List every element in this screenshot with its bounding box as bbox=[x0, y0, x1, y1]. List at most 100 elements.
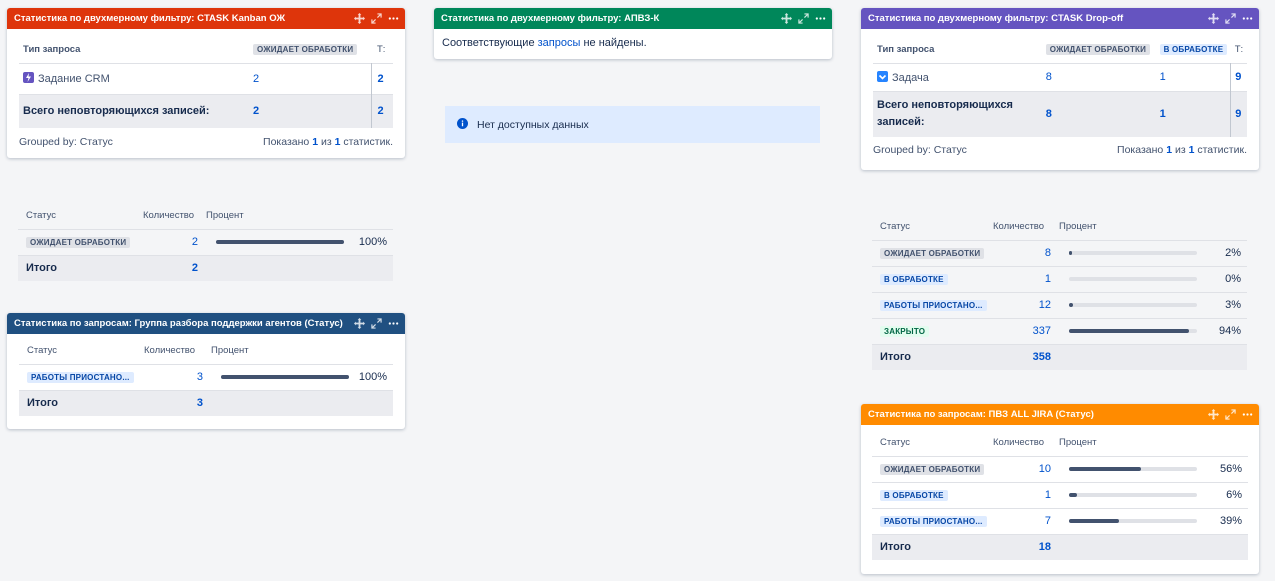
gadget-agent-support: Статистика по запросам: Группа разбора п… bbox=[7, 313, 405, 429]
more-icon[interactable] bbox=[388, 318, 399, 329]
count-link[interactable]: 7 bbox=[1045, 515, 1051, 527]
percent-bar bbox=[1069, 493, 1197, 497]
table-row: ОЖИДАЕТ ОБРАБОТКИ 10 56% bbox=[872, 456, 1248, 482]
grouped-by: Grouped by: Статус bbox=[873, 144, 967, 156]
count-link[interactable]: 1 bbox=[1045, 489, 1051, 501]
count-link[interactable]: 8 bbox=[1045, 247, 1051, 259]
row-total-link[interactable]: 9 bbox=[1235, 71, 1241, 83]
total-row: Итого 358 bbox=[872, 344, 1247, 370]
percent-bar bbox=[216, 240, 344, 244]
total-link[interactable]: 18 bbox=[1039, 541, 1051, 553]
info-message: Нет доступных данных bbox=[445, 106, 820, 143]
expand-icon[interactable] bbox=[1225, 409, 1236, 420]
col-status: Статус bbox=[27, 345, 58, 357]
shown-count: Показано 1 из 1 статистик. bbox=[1117, 144, 1247, 156]
count-link[interactable]: 2 bbox=[192, 236, 198, 248]
table-row: ОЖИДАЕТ ОБРАБОТКИ 2 100% bbox=[18, 229, 393, 255]
gadget-title: Статистика по двухмерному фильтру: CTASK… bbox=[868, 13, 1124, 24]
cell-link[interactable]: 2 bbox=[253, 73, 259, 85]
sum-total-link[interactable]: 9 bbox=[1235, 108, 1241, 120]
percent-value: 56% bbox=[1219, 463, 1242, 475]
table-row: Задача 8 1 9 bbox=[873, 63, 1247, 91]
move-icon[interactable] bbox=[354, 318, 365, 329]
total-link[interactable]: 358 bbox=[1033, 351, 1051, 363]
no-results-message: Соответствующие запросы не найдены. bbox=[442, 37, 647, 49]
move-icon[interactable] bbox=[1208, 13, 1219, 24]
stat-table: Статус Количество Процент РАБОТЫ ПРИОСТА… bbox=[19, 338, 393, 416]
sum-total-link[interactable]: 2 bbox=[378, 105, 384, 117]
request-type-link[interactable]: Задание CRM bbox=[38, 73, 110, 85]
count-link[interactable]: 1 bbox=[1045, 273, 1051, 285]
total-row: Итого 18 bbox=[872, 534, 1248, 560]
gadget-header[interactable]: Статистика по запросам: ПВЗ ALL JIRA (Ст… bbox=[861, 404, 1259, 425]
sum-link[interactable]: 1 bbox=[1160, 108, 1166, 120]
count-link[interactable]: 10 bbox=[1039, 463, 1051, 475]
more-icon[interactable] bbox=[815, 13, 826, 24]
gadget-header[interactable]: Статистика по запросам: Группа разбора п… bbox=[7, 313, 405, 334]
col-status-waiting: ОЖИДАЕТ ОБРАБОТКИ bbox=[1045, 44, 1151, 56]
grouped-by: Grouped by: Статус bbox=[19, 136, 113, 148]
move-icon[interactable] bbox=[1208, 409, 1219, 420]
two-dim-table: Тип запроса ОЖИДАЕТ ОБРАБОТКИ Т: Задание… bbox=[19, 37, 393, 128]
row-total-link[interactable]: 2 bbox=[378, 73, 384, 85]
sum-label: Всего неповторяющихся записей: bbox=[873, 91, 1046, 137]
total-label: Итого bbox=[18, 255, 143, 281]
table-row: В ОБРАБОТКЕ 1 6% bbox=[872, 482, 1248, 508]
shown-count: Показано 1 из 1 статистик. bbox=[263, 136, 393, 148]
move-icon[interactable] bbox=[781, 13, 792, 24]
total-link[interactable]: 3 bbox=[197, 397, 203, 409]
status-lozenge: ОЖИДАЕТ ОБРАБОТКИ bbox=[26, 237, 131, 248]
more-icon[interactable] bbox=[1242, 13, 1253, 24]
gadget-header[interactable]: Статистика по двухмерному фильтру: АПВЗ-… bbox=[434, 8, 832, 29]
col-count: Количество bbox=[993, 436, 1045, 448]
sum-link[interactable]: 2 bbox=[253, 105, 259, 117]
col-percent: Процент bbox=[206, 210, 244, 222]
gadget-header[interactable]: Статистика по двухмерному фильтру: CTASK… bbox=[861, 8, 1259, 29]
percent-bar bbox=[221, 375, 349, 379]
percent-bar-fill bbox=[1069, 467, 1141, 471]
move-icon[interactable] bbox=[354, 13, 365, 24]
percent-value: 94% bbox=[1218, 325, 1241, 337]
col-status-in-progress: В ОБРАБОТКЕ bbox=[1159, 44, 1228, 56]
expand-icon[interactable] bbox=[371, 13, 382, 24]
percent-bar-fill bbox=[221, 375, 349, 379]
status-stats-1: Статус Количество Процент ОЖИДАЕТ ОБРАБО… bbox=[18, 203, 393, 281]
total-label: Итого bbox=[19, 390, 144, 416]
total-link[interactable]: 2 bbox=[192, 262, 198, 274]
status-lozenge: РАБОТЫ ПРИОСТАНО... bbox=[27, 372, 134, 383]
status-lozenge: ОЖИДАЕТ ОБРАБОТКИ bbox=[880, 464, 985, 475]
count-link[interactable]: 12 bbox=[1039, 299, 1051, 311]
count-link[interactable]: 337 bbox=[1033, 325, 1051, 337]
percent-bar bbox=[1069, 519, 1197, 523]
gadget-header[interactable]: Статистика по двухмерному фильтру: CTASK… bbox=[7, 8, 405, 29]
total-label: Итого bbox=[872, 344, 993, 370]
crm-task-icon bbox=[23, 72, 34, 83]
count-link[interactable]: 3 bbox=[197, 371, 203, 383]
percent-value: 2% bbox=[1225, 247, 1241, 259]
requests-link[interactable]: запросы bbox=[538, 37, 581, 49]
table-row: Задание CRM 2 2 bbox=[19, 63, 393, 94]
percent-value: 39% bbox=[1219, 515, 1242, 527]
expand-icon[interactable] bbox=[371, 318, 382, 329]
sum-label: Всего неповторяющихся записей: bbox=[19, 94, 253, 128]
percent-bar bbox=[1069, 303, 1197, 307]
info-icon bbox=[457, 117, 477, 132]
col-count: Количество bbox=[144, 345, 196, 357]
more-icon[interactable] bbox=[1242, 409, 1253, 420]
percent-value: 100% bbox=[358, 371, 387, 383]
more-icon[interactable] bbox=[388, 13, 399, 24]
stat-table: Статус Количество Процент ОЖИДАЕТ ОБРАБО… bbox=[872, 213, 1247, 370]
total-label: Итого bbox=[872, 534, 993, 560]
cell-link[interactable]: 8 bbox=[1046, 71, 1052, 83]
sum-link[interactable]: 8 bbox=[1046, 108, 1052, 120]
gadget-pvz-all-jira: Статистика по запросам: ПВЗ ALL JIRA (Ст… bbox=[861, 404, 1259, 574]
status-lozenge: РАБОТЫ ПРИОСТАНО... bbox=[880, 300, 987, 311]
percent-bar bbox=[1069, 251, 1197, 255]
col-status-waiting: ОЖИДАЕТ ОБРАБОТКИ bbox=[253, 44, 358, 56]
request-type-link[interactable]: Задача bbox=[892, 72, 929, 84]
cell-link[interactable]: 1 bbox=[1160, 71, 1166, 83]
expand-icon[interactable] bbox=[798, 13, 809, 24]
info-text: Нет доступных данных bbox=[477, 118, 589, 131]
table-row: РАБОТЫ ПРИОСТАНО... 12 3% bbox=[872, 292, 1247, 318]
expand-icon[interactable] bbox=[1225, 13, 1236, 24]
